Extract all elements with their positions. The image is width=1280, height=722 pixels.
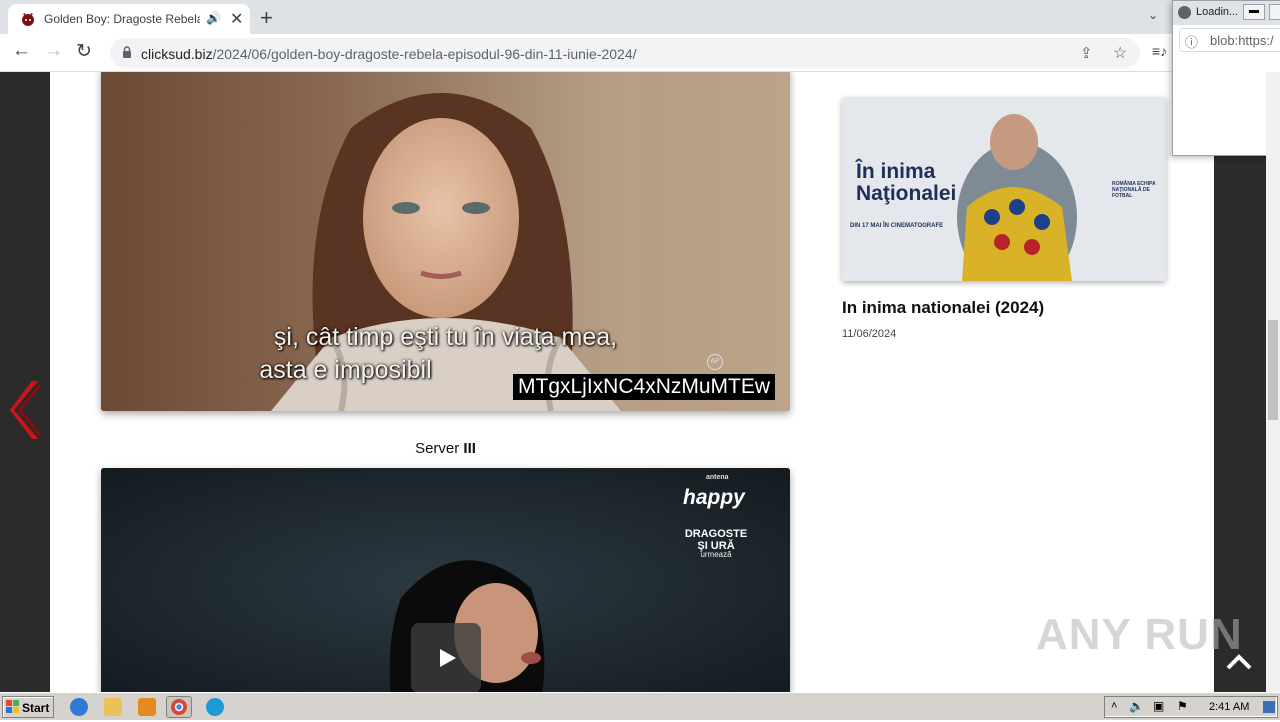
post-title-link[interactable]: In inima nationalei (2024)	[842, 298, 1044, 318]
show-desktop-icon[interactable]	[1263, 701, 1275, 713]
post-date: 11/06/2024	[842, 328, 897, 340]
video-player-server-3[interactable]: antena happy DRAGOSTE ŞI URĂ urmează	[101, 468, 790, 692]
tray-expand-icon[interactable]: ˄	[1111, 700, 1117, 712]
play-button[interactable]	[411, 623, 481, 692]
scroll-to-top-icon[interactable]	[1224, 650, 1254, 674]
share-icon[interactable]: ⇪	[1080, 44, 1093, 62]
bookmark-star-icon[interactable]: ☆	[1113, 43, 1127, 63]
tab-search-chevron-icon[interactable]: ⌄	[1148, 8, 1158, 22]
ap-logo: AP	[707, 354, 723, 370]
overlay-code-text: MTgxLjIxNC4xNzMuMTEw	[513, 374, 776, 400]
media-player-icon[interactable]	[138, 698, 156, 716]
scrollbar-thumb[interactable]	[1268, 320, 1278, 420]
popup-address-bar[interactable]: ⓘ blob:https:/	[1179, 28, 1280, 52]
globe-icon	[1178, 6, 1191, 19]
site-favicon-icon	[22, 13, 34, 26]
browser-toolbar: ← → ↻ clicksud.biz/2024/06/golden-boy-dr…	[0, 34, 1280, 72]
play-icon	[440, 649, 456, 667]
forward-button[interactable]: →	[44, 40, 63, 62]
volume-icon[interactable]: 🔈	[1129, 699, 1144, 713]
post-thumbnail[interactable]: În inima Naţionalei DIN 17 MAI ÎN CINEMA…	[842, 97, 1166, 281]
lock-icon	[123, 46, 131, 58]
network-icon[interactable]: ▣	[1153, 699, 1164, 713]
video-player-server-2[interactable]: şi, cât timp eşti tu în viaţa mea, asta …	[101, 72, 790, 411]
popup-window[interactable]: Loadin... ▬ ⓘ blob:https:/	[1172, 0, 1280, 156]
popup-url: blob:https:/	[1210, 33, 1274, 48]
back-button[interactable]: ←	[12, 40, 31, 62]
popup-title: Loadin...	[1196, 6, 1239, 18]
new-tab-button[interactable]: +	[260, 5, 273, 31]
chrome-icon	[171, 699, 187, 715]
browser-tab-active[interactable]: Golden Boy: Dragoste Rebela E 🔊 ✕	[8, 4, 250, 34]
url-text: clicksud.biz/2024/06/golden-boy-dragoste…	[141, 46, 637, 62]
up-next-label: urmează	[700, 550, 732, 559]
flag-icon[interactable]: ⚑	[1177, 699, 1188, 713]
poster-release: DIN 17 MAI ÎN CINEMATOGRAFE	[850, 223, 944, 229]
poster-headline: În inima Naţionalei	[856, 160, 957, 205]
tab-audio-icon[interactable]: 🔊	[206, 11, 221, 25]
windows-logo-icon	[6, 700, 19, 713]
tab-close-icon[interactable]: ✕	[230, 9, 243, 29]
windows-taskbar: Start ˄ 🔈 ▣ ⚑ 2:41 AM	[0, 692, 1280, 720]
subtitle-line-1: şi, cât timp eşti tu în viaţa mea,	[273, 323, 618, 351]
clock: 2:41 AM	[1209, 701, 1250, 713]
anyrun-watermark: ANY RUN	[1036, 610, 1243, 659]
internet-explorer-icon[interactable]	[70, 698, 88, 716]
happy-channel-logo: antena happy	[683, 474, 745, 509]
right-dark-margin	[1214, 72, 1266, 692]
reload-button[interactable]: ↻	[76, 40, 92, 63]
popup-titlebar: Loadin... ▬	[1173, 1, 1280, 25]
address-bar[interactable]: clicksud.biz/2024/06/golden-boy-dragoste…	[110, 38, 1140, 68]
media-controls-icon[interactable]: ≡♪	[1152, 43, 1167, 59]
edge-icon[interactable]	[206, 698, 224, 716]
previous-episode-arrow-icon[interactable]	[8, 377, 44, 443]
info-icon: ⓘ	[1185, 35, 1199, 50]
poster-partner: ROMÂNIA ECHIPA NAŢIONALĂ DE FOTBAL	[1112, 181, 1156, 199]
system-tray: ˄ 🔈 ▣ ⚑ 2:41 AM	[1104, 696, 1278, 718]
page-scrollbar[interactable]	[1266, 72, 1280, 692]
web-page: şi, cât timp eşti tu în viaţa mea, asta …	[0, 72, 1266, 692]
server-label: Server III	[415, 440, 476, 457]
browser-tab-strip: Golden Boy: Dragoste Rebela E 🔊 ✕ + ⌄	[0, 0, 1280, 34]
file-explorer-icon[interactable]	[104, 698, 122, 716]
start-button[interactable]: Start	[2, 696, 54, 718]
up-next-title: DRAGOSTE ŞI URĂ	[684, 528, 748, 552]
start-label: Start	[22, 701, 50, 715]
chrome-taskbar-button[interactable]	[166, 696, 192, 718]
minimize-button[interactable]: ▬	[1243, 4, 1265, 20]
tab-title: Golden Boy: Dragoste Rebela E	[44, 12, 200, 26]
maximize-button[interactable]	[1269, 4, 1280, 20]
